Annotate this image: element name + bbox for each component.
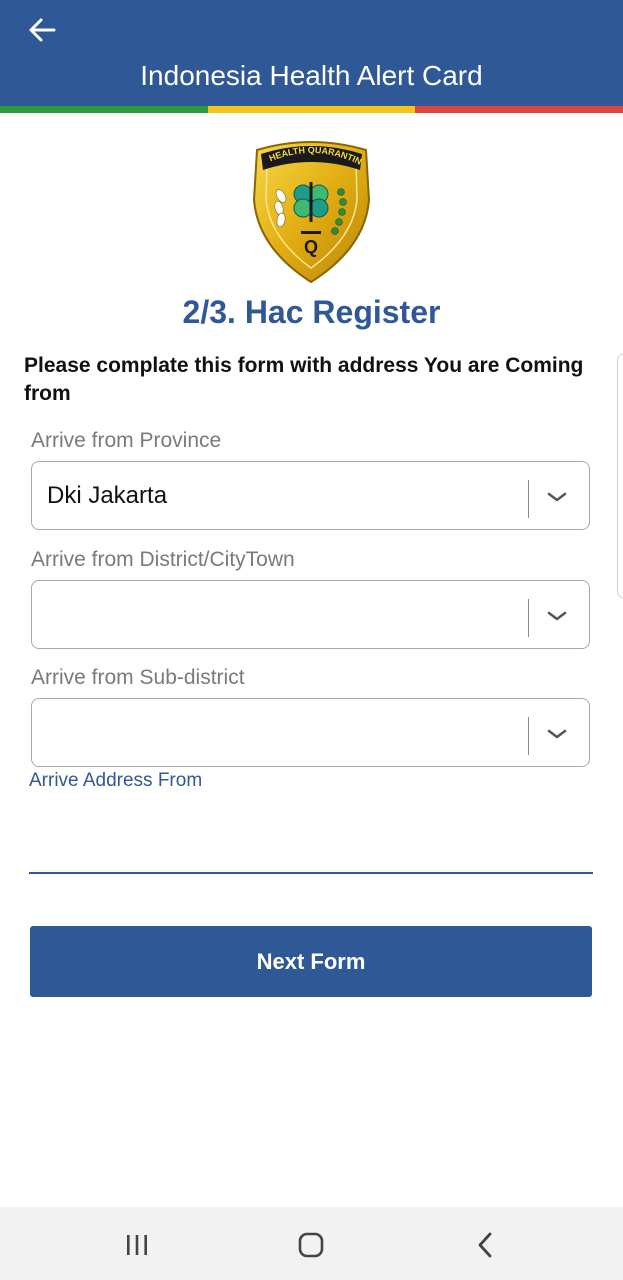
province-value: Dki Jakarta — [47, 482, 168, 509]
select-divider — [527, 599, 529, 637]
next-form-button[interactable]: Next Form — [30, 926, 592, 997]
subdistrict-select[interactable] — [31, 698, 590, 767]
header-stripe-green — [0, 106, 208, 113]
back-chevron-icon — [478, 1232, 492, 1258]
select-divider — [527, 480, 529, 518]
district-label: Arrive from District/CityTown — [31, 548, 295, 571]
arrow-left-icon — [29, 18, 56, 42]
header-stripe-red — [415, 106, 623, 113]
emblem-letter: Q — [304, 237, 318, 257]
subdistrict-label: Arrive from Sub-district — [31, 666, 245, 689]
address-input[interactable] — [29, 810, 593, 874]
back-button[interactable] — [24, 12, 60, 48]
form-instruction: Please complate this form with address Y… — [24, 354, 584, 405]
app-bar: Indonesia Health Alert Card — [0, 0, 623, 106]
home-icon — [298, 1232, 324, 1258]
nav-back-button[interactable] — [465, 1225, 505, 1265]
recents-icon — [127, 1235, 147, 1255]
scroll-edge-handle[interactable] — [617, 353, 623, 599]
page-title: 2/3. Hac Register — [182, 294, 441, 330]
district-select[interactable] — [31, 580, 590, 649]
recents-button[interactable] — [117, 1225, 157, 1265]
system-nav-bar — [0, 1207, 623, 1280]
chevron-down-icon — [547, 729, 567, 739]
address-label: Arrive Address From — [29, 770, 203, 791]
province-label: Arrive from Province — [31, 429, 222, 452]
app-title: Indonesia Health Alert Card — [140, 60, 483, 91]
header-stripe-yellow — [208, 106, 415, 113]
health-quarantine-emblem: HEALTH QUARANTINE Q — [249, 136, 371, 284]
province-select[interactable]: Dki Jakarta — [31, 461, 590, 530]
home-button[interactable] — [291, 1225, 331, 1265]
chevron-down-icon — [547, 611, 567, 621]
chevron-down-icon — [547, 492, 567, 502]
select-divider — [527, 717, 529, 755]
